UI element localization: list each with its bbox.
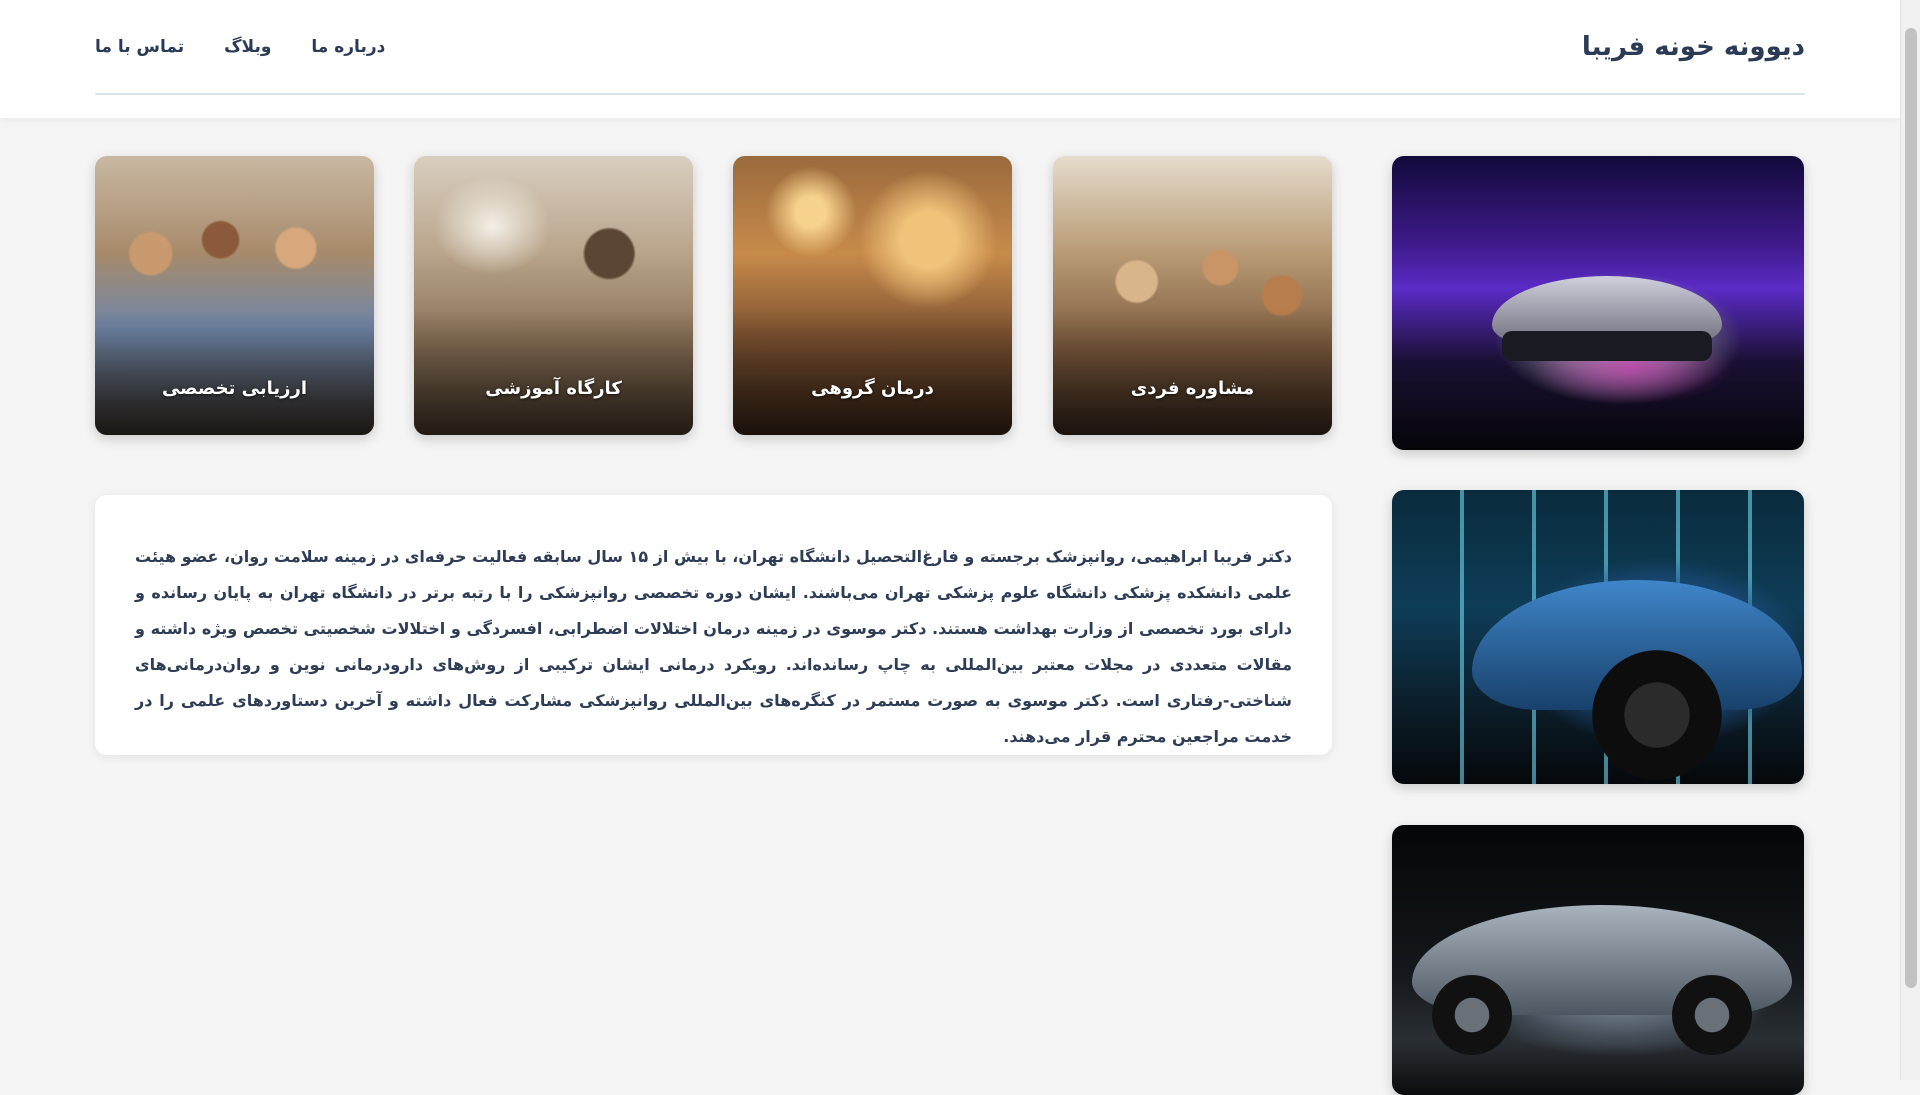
page-scrollbar[interactable] xyxy=(1900,0,1920,1080)
service-label: کارگاه آموزشی xyxy=(485,378,622,399)
site-header: دیوونه خونه فریبا درباره ما وبلاگ تماس ب… xyxy=(0,0,1900,118)
service-card-workshop[interactable]: کارگاه آموزشی xyxy=(414,156,693,435)
scrollbar-thumb[interactable] xyxy=(1905,28,1917,988)
bio-text: دکتر فریبا ابراهیمی، روانپزشک برجسته و ف… xyxy=(135,547,1293,746)
main-nav: درباره ما وبلاگ تماس با ما xyxy=(95,37,385,57)
service-card-individual-counseling[interactable]: مشاوره فردی xyxy=(1053,156,1332,435)
service-label: مشاوره فردی xyxy=(1130,378,1255,399)
car-image-lamborghini-purple[interactable] xyxy=(1392,156,1804,450)
service-label: ارزیابی تخصصی xyxy=(161,378,308,399)
bio-card: دکتر فریبا ابراهیمی، روانپزشک برجسته و ف… xyxy=(95,495,1332,755)
nav-link-about[interactable]: درباره ما xyxy=(311,37,385,57)
header-bar: دیوونه خونه فریبا درباره ما وبلاگ تماس ب… xyxy=(95,0,1805,95)
service-card-group-therapy[interactable]: درمان گروهی xyxy=(733,156,1012,435)
service-card-assessment[interactable]: ارزیابی تخصصی xyxy=(95,156,374,435)
nav-link-contact[interactable]: تماس با ما xyxy=(95,37,184,57)
site-title[interactable]: دیوونه خونه فریبا xyxy=(1582,32,1805,62)
service-label: درمان گروهی xyxy=(811,378,934,399)
car-image-bugatti-silver[interactable] xyxy=(1392,825,1804,1095)
nav-link-blog[interactable]: وبلاگ xyxy=(224,37,271,57)
car-image-lamborghini-blue[interactable] xyxy=(1392,490,1804,784)
